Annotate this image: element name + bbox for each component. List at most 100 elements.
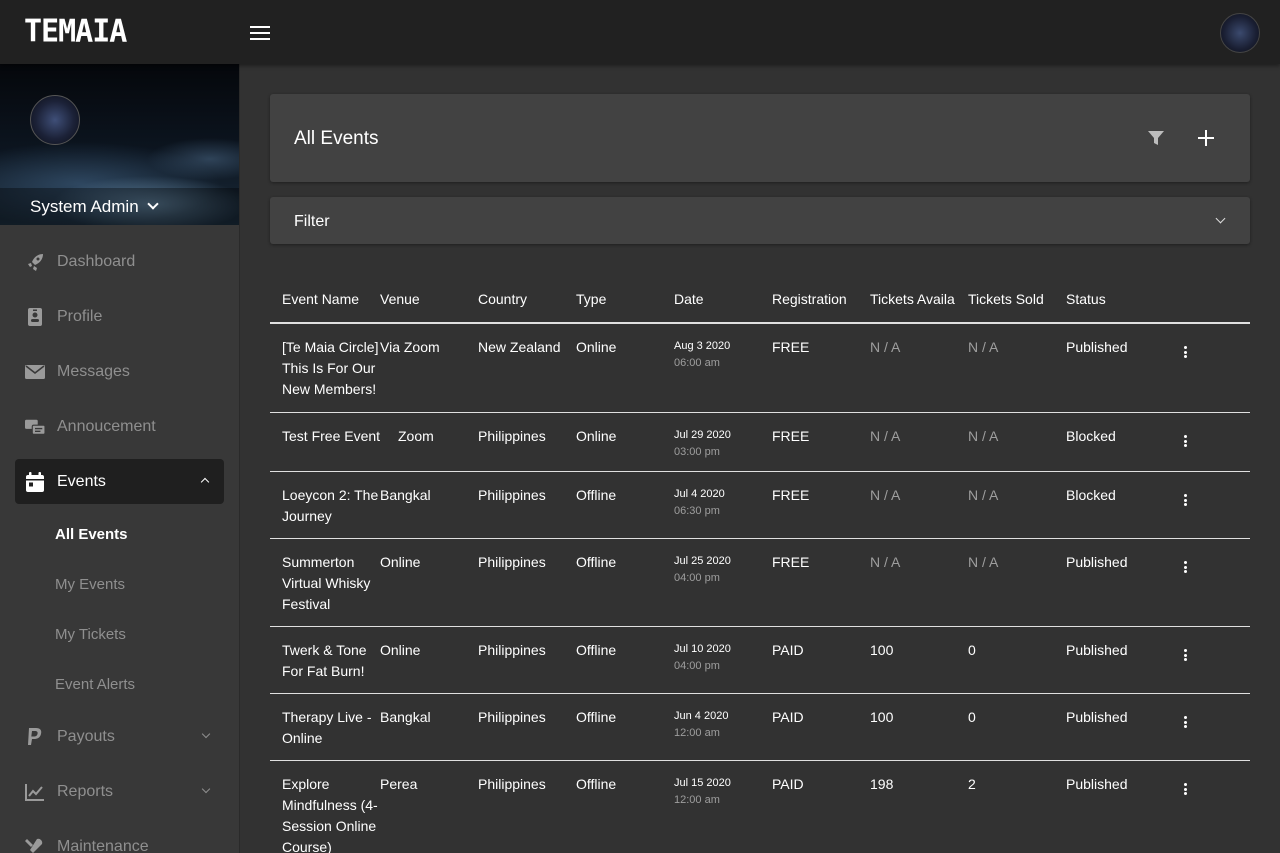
event-date: Jul 4 2020 [674,488,725,500]
event-time: 06:30 pm [674,505,720,517]
column-header-registration[interactable]: Registration [772,291,847,307]
row-actions-icon[interactable] [1184,783,1188,795]
sidebar-item-dashboard[interactable]: Dashboard [0,234,239,289]
main-content: All Events Filter Event Name Venue Count… [240,64,1280,853]
column-header-tickets-available[interactable]: Tickets Availa [870,291,955,307]
event-type: Online [576,339,617,355]
event-country: Philippines [478,428,546,444]
column-header-tickets-sold[interactable]: Tickets Sold [968,291,1044,307]
table-row[interactable]: Summerton Virtual Whisky Festival Online… [270,539,1250,627]
sidebar-subitem-my-tickets[interactable]: My Tickets [0,609,239,659]
table-row[interactable]: Loeycon 2: The Journey Bangkal Philippin… [270,472,1250,539]
event-venue: Perea [380,776,418,792]
row-actions-icon[interactable] [1184,346,1188,358]
sidebar-item-profile[interactable]: Profile [0,289,239,344]
table-row[interactable]: Therapy Live - Online Bangkal Philippine… [270,694,1250,761]
sidebar-item-label: Reports [57,782,114,800]
event-name[interactable]: Explore Mindfulness (4-Session Online Co… [282,774,382,853]
event-tickets-sold: N / A [968,339,999,355]
sidebar-item-messages[interactable]: Messages [0,344,239,399]
table-row[interactable]: [Te Maia Circle] This Is For Our New Mem… [270,324,1250,413]
event-date-cell: Jul 25 2020 04:00 pm [674,552,731,585]
event-registration: FREE [772,487,810,503]
event-tickets-available: N / A [870,428,901,444]
event-venue: Via Zoom [380,339,440,355]
event-registration: FREE [772,339,810,355]
sidebar-item-label: Profile [57,307,103,325]
app-logo[interactable]: TEMAIA [24,14,127,50]
row-actions-icon[interactable] [1184,561,1188,573]
sidebar-avatar [30,95,80,145]
sidebar-subitem-all-events[interactable]: All Events [0,509,239,559]
event-venue: Bangkal [380,487,431,503]
filter-icon[interactable] [1148,131,1164,145]
table-row[interactable]: Twerk & Tone For Fat Burn! Online Philip… [270,627,1250,694]
column-header-type[interactable]: Type [576,291,606,307]
event-country: Philippines [478,642,546,658]
event-tickets-available: 100 [870,642,894,658]
filter-title: Filter [294,213,330,230]
event-time: 03:00 pm [674,446,720,458]
event-name[interactable]: Twerk & Tone For Fat Burn! [282,640,382,682]
row-actions-icon[interactable] [1184,716,1188,728]
event-registration: PAID [772,709,804,725]
event-tickets-available: 100 [870,709,894,725]
filter-panel-toggle[interactable]: Filter [270,197,1250,244]
event-name[interactable]: Therapy Live - Online [282,707,382,749]
column-header-date[interactable]: Date [674,291,704,307]
user-name: System Admin [30,196,139,216]
sidebar-item-maintenance[interactable]: Maintenance [0,819,239,853]
event-date: Jul 29 2020 [674,429,731,441]
user-avatar[interactable] [1220,13,1260,53]
event-status: Blocked [1066,428,1116,444]
chevron-down-icon [201,729,211,739]
sidebar-item-reports[interactable]: Reports [0,764,239,819]
table-row[interactable]: Test Free Event Zoom Philippines Online … [270,413,1250,472]
page-title: All Events [294,128,379,149]
event-tickets-sold: N / A [968,554,999,570]
event-status: Blocked [1066,487,1116,503]
add-event-button[interactable] [1198,130,1214,146]
sidebar-subitem-event-alerts[interactable]: Event Alerts [0,659,239,709]
menu-toggle-icon[interactable] [250,26,270,40]
table-row[interactable]: Explore Mindfulness (4-Session Online Co… [270,761,1250,853]
row-actions-icon[interactable] [1184,649,1188,661]
sidebar-subitem-my-events[interactable]: My Events [0,559,239,609]
event-name[interactable]: Test Free Event [282,426,382,447]
event-status: Published [1066,339,1128,355]
event-tickets-sold: N / A [968,428,999,444]
calendar-icon [25,471,45,492]
event-tickets-available: N / A [870,487,901,503]
column-header-status[interactable]: Status [1066,291,1106,307]
event-date-cell: Aug 3 2020 06:00 am [674,337,730,370]
event-type: Offline [576,776,617,792]
event-country: New Zealand [478,339,561,355]
event-time: 06:00 am [674,357,720,369]
column-header-country[interactable]: Country [478,291,527,307]
event-date: Jun 4 2020 [674,710,729,722]
sidebar-item-events[interactable]: Events [15,459,224,504]
column-header-event-name[interactable]: Event Name [282,291,359,307]
event-type: Offline [576,709,617,725]
sidebar-item-announcement[interactable]: Annoucement [0,399,239,454]
announcement-icon [25,417,45,437]
sidebar-item-payouts[interactable]: Payouts [0,709,239,764]
event-name[interactable]: [Te Maia Circle] This Is For Our New Mem… [282,337,382,400]
id-badge-icon [25,307,45,327]
sidebar-item-label: Dashboard [57,252,136,270]
events-table: Event Name Venue Country Type Date Regis… [270,276,1250,853]
event-type: Offline [576,487,617,503]
event-venue: Online [380,642,421,658]
row-actions-icon[interactable] [1184,435,1188,447]
event-registration: FREE [772,428,810,444]
top-app-bar: TEMAIA [0,0,1280,64]
event-country: Philippines [478,487,546,503]
event-name[interactable]: Summerton Virtual Whisky Festival [282,552,382,615]
column-header-venue[interactable]: Venue [380,291,420,307]
event-date: Jul 10 2020 [674,643,731,655]
event-date-cell: Jul 10 2020 04:00 pm [674,640,731,673]
event-name[interactable]: Loeycon 2: The Journey [282,485,382,527]
event-date-cell: Jul 29 2020 03:00 pm [674,426,731,459]
row-actions-icon[interactable] [1184,494,1188,506]
user-menu-toggle[interactable]: System Admin [0,188,239,225]
